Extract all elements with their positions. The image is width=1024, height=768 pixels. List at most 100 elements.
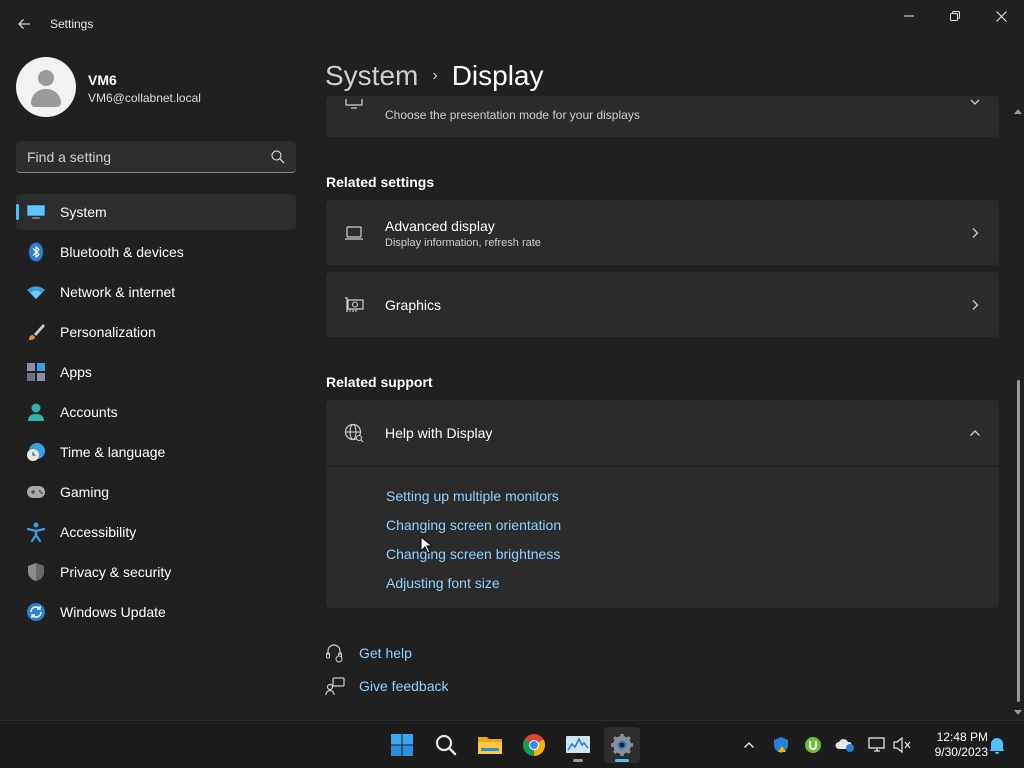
onedrive-icon bbox=[835, 739, 854, 752]
defender-icon bbox=[774, 737, 788, 753]
apps-icon bbox=[26, 362, 46, 382]
advanced-display-card[interactable]: Advanced display Display information, re… bbox=[326, 200, 999, 265]
person-icon bbox=[26, 402, 46, 422]
chrome-button[interactable] bbox=[516, 727, 552, 763]
close-button[interactable] bbox=[978, 0, 1024, 32]
avatar bbox=[16, 57, 76, 117]
chevron-right-icon bbox=[972, 228, 979, 238]
graphics-card[interactable]: Graphics bbox=[326, 272, 999, 337]
tray-defender[interactable] bbox=[769, 733, 793, 757]
chevron-up-icon bbox=[744, 742, 754, 748]
breadcrumb: System › Display bbox=[325, 58, 544, 94]
scroll-down-icon[interactable] bbox=[1014, 708, 1022, 716]
search-icon[interactable] bbox=[270, 149, 286, 165]
related-settings-heading: Related settings bbox=[326, 174, 435, 190]
file-explorer-button[interactable] bbox=[472, 727, 508, 763]
taskbar: 12:48 PM 9/30/2023 bbox=[0, 720, 1024, 768]
card-title: Help with Display bbox=[385, 425, 493, 441]
clock-date: 9/30/2023 bbox=[934, 745, 988, 759]
minimize-button[interactable] bbox=[886, 0, 932, 32]
sidebar-item-label: Accounts bbox=[60, 404, 118, 420]
display-mode-icon bbox=[345, 99, 363, 109]
close-icon bbox=[995, 10, 1007, 22]
search-box bbox=[16, 141, 296, 173]
monitor-icon bbox=[26, 202, 46, 222]
title-bar: Settings bbox=[0, 0, 1024, 48]
minimize-icon bbox=[904, 15, 914, 17]
tray-network[interactable] bbox=[865, 733, 889, 757]
breadcrumb-separator: › bbox=[432, 67, 438, 84]
task-manager-button[interactable] bbox=[560, 727, 596, 763]
get-help-icon bbox=[326, 644, 343, 663]
tray-onedrive[interactable] bbox=[833, 733, 857, 757]
page-title: Display bbox=[451, 60, 544, 91]
sidebar-item-time-language[interactable]: Time & language bbox=[16, 434, 296, 470]
sidebar-item-accessibility[interactable]: Accessibility bbox=[16, 514, 296, 550]
sidebar-item-label: Bluetooth & devices bbox=[60, 244, 184, 260]
chevron-down-icon bbox=[970, 99, 980, 105]
user-profile[interactable]: VM6 VM6@collabnet.local bbox=[16, 57, 296, 117]
scrollbar[interactable] bbox=[1014, 108, 1022, 716]
sidebar-item-system[interactable]: System bbox=[16, 194, 296, 230]
sidebar-item-windows-update[interactable]: Windows Update bbox=[16, 594, 296, 630]
get-help-link[interactable]: Get help bbox=[359, 645, 412, 661]
sidebar-item-apps[interactable]: Apps bbox=[16, 354, 296, 390]
restore-button[interactable] bbox=[932, 0, 978, 32]
brush-icon bbox=[26, 322, 46, 342]
settings-button[interactable] bbox=[604, 727, 640, 763]
notification-center-button[interactable] bbox=[985, 733, 1009, 757]
give-feedback-link[interactable]: Give feedback bbox=[359, 678, 449, 694]
gamepad-icon bbox=[26, 482, 46, 502]
scroll-thumb[interactable] bbox=[1017, 380, 1020, 702]
bluetooth-icon bbox=[26, 242, 46, 262]
sidebar-item-label: Personalization bbox=[60, 324, 156, 340]
help-with-display-header[interactable]: Help with Display bbox=[326, 400, 999, 466]
help-link[interactable]: Changing screen brightness bbox=[386, 546, 560, 562]
profile-name: VM6 bbox=[88, 72, 117, 88]
related-support-heading: Related support bbox=[326, 374, 433, 390]
help-link[interactable]: Adjusting font size bbox=[386, 575, 500, 591]
tray-volume[interactable] bbox=[890, 733, 914, 757]
card-title: Graphics bbox=[385, 297, 442, 313]
clock-globe-icon bbox=[26, 442, 46, 462]
taskbar-clock[interactable]: 12:48 PM 9/30/2023 bbox=[918, 730, 988, 760]
sidebar-item-label: System bbox=[60, 204, 107, 220]
mouse-cursor-icon bbox=[420, 536, 432, 554]
presentation-mode-card[interactable]: Choose the presentation mode for your di… bbox=[326, 96, 999, 137]
sidebar-item-label: Time & language bbox=[60, 444, 166, 460]
running-indicator bbox=[615, 759, 629, 762]
show-hidden-icons-button[interactable] bbox=[737, 733, 761, 757]
sidebar-item-network[interactable]: Network & internet bbox=[16, 274, 296, 310]
clock-time: 12:48 PM bbox=[936, 730, 988, 744]
sidebar-item-label: Gaming bbox=[60, 484, 110, 500]
chevron-up-icon bbox=[970, 430, 980, 436]
sidebar-nav: System Bluetooth & devices Network & int… bbox=[16, 194, 296, 634]
restore-icon bbox=[950, 11, 960, 21]
back-arrow-icon bbox=[18, 19, 30, 29]
start-icon bbox=[391, 734, 413, 756]
graphics-card-icon bbox=[345, 297, 364, 312]
notification-bell-icon bbox=[989, 738, 1005, 754]
taskbar-search-button[interactable] bbox=[428, 727, 464, 763]
file-explorer-icon bbox=[478, 737, 502, 754]
update-icon bbox=[26, 602, 46, 622]
profile-email: VM6@collabnet.local bbox=[88, 91, 201, 105]
volume-mute-icon bbox=[893, 737, 911, 753]
sidebar-item-bluetooth[interactable]: Bluetooth & devices bbox=[16, 234, 296, 270]
start-button[interactable] bbox=[384, 727, 420, 763]
sidebar-item-label: Accessibility bbox=[60, 524, 137, 540]
sidebar-item-accounts[interactable]: Accounts bbox=[16, 394, 296, 430]
sidebar-item-gaming[interactable]: Gaming bbox=[16, 474, 296, 510]
help-link[interactable]: Setting up multiple monitors bbox=[386, 488, 559, 504]
chrome-icon bbox=[523, 734, 545, 756]
task-manager-icon bbox=[566, 736, 590, 753]
sidebar-item-personalization[interactable]: Personalization bbox=[16, 314, 296, 350]
search-input[interactable] bbox=[16, 141, 266, 172]
laptop-icon bbox=[345, 226, 363, 240]
help-link[interactable]: Changing screen orientation bbox=[386, 517, 561, 533]
scroll-up-icon[interactable] bbox=[1014, 108, 1022, 116]
breadcrumb-parent[interactable]: System bbox=[325, 60, 418, 92]
tray-utorrent[interactable] bbox=[801, 733, 825, 757]
sidebar-item-privacy[interactable]: Privacy & security bbox=[16, 554, 296, 590]
back-button[interactable] bbox=[10, 10, 38, 38]
